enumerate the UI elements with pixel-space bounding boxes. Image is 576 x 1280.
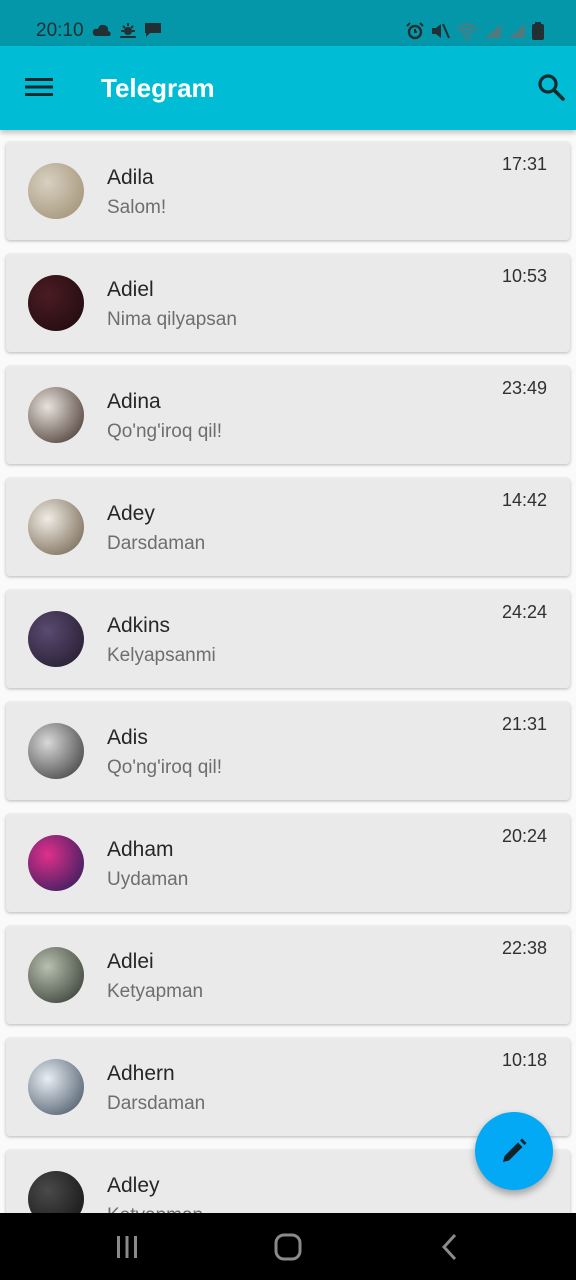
chat-time: 21:31 — [501, 714, 547, 734]
avatar — [28, 1059, 84, 1115]
chat-last-message: Darsdaman — [107, 533, 206, 554]
avatar — [28, 723, 84, 779]
menu-button[interactable] — [14, 62, 64, 112]
chat-name: Adkins — [107, 614, 171, 637]
chat-time: 10:53 — [501, 266, 547, 286]
search-button[interactable] — [526, 62, 576, 112]
back-icon — [441, 1233, 457, 1261]
chat-time: 17:31 — [501, 154, 547, 174]
mute-icon — [432, 23, 450, 39]
chat-last-message: Qo'ng'iroq qil! — [107, 421, 222, 442]
chat-name: Adhern — [107, 1062, 175, 1085]
chat-last-message: Uydaman — [107, 869, 189, 890]
avatar — [28, 947, 84, 1003]
avatar — [28, 1171, 84, 1213]
chat-name: Adina — [107, 390, 161, 413]
chat-item[interactable]: Adham Uydaman 20:24 — [6, 814, 570, 912]
recent-apps-icon — [117, 1236, 137, 1258]
chat-item[interactable]: Adlei Ketyapman 22:38 — [6, 926, 570, 1024]
chat-item[interactable]: Adey Darsdaman 14:42 — [6, 478, 570, 576]
chat-time: 24:24 — [501, 602, 547, 622]
chat-name: Adley — [107, 1174, 160, 1197]
pencil-icon — [503, 1138, 527, 1162]
chat-item[interactable]: Adina Qo'ng'iroq qil! 23:49 — [6, 366, 570, 464]
home-icon — [274, 1233, 302, 1261]
compose-fab[interactable] — [475, 1112, 553, 1190]
chat-time: 14:42 — [501, 490, 547, 510]
chat-item[interactable]: Adhern Darsdaman 10:18 — [6, 1038, 570, 1136]
status-right-icons — [406, 22, 544, 40]
alarm-icon — [406, 22, 424, 40]
avatar — [28, 275, 84, 331]
signal-icon-2 — [509, 24, 525, 38]
message-icon — [145, 23, 161, 37]
signal-icon — [485, 24, 501, 38]
cloud-icon — [92, 24, 111, 36]
status-bar: 20:10 — [0, 0, 576, 46]
chat-name: Adlei — [107, 950, 154, 973]
status-time: 20:10 — [36, 20, 84, 41]
chat-last-message: Qo'ng'iroq qil! — [107, 757, 222, 778]
weather-icon — [120, 23, 136, 38]
chat-last-message: Darsdaman — [107, 1093, 206, 1114]
chat-time: 22:38 — [501, 938, 547, 958]
chat-time: 20:24 — [501, 826, 547, 846]
status-left-icons — [92, 22, 162, 38]
chat-item[interactable]: Adis Qo'ng'iroq qil! 21:31 — [6, 702, 570, 800]
battery-icon — [532, 22, 544, 40]
chat-last-message: Kelyapsanmi — [107, 645, 216, 666]
chat-item[interactable]: Adiel Nima qilyapsan 10:53 — [6, 254, 570, 352]
chat-last-message: Ketyapman — [107, 981, 204, 1002]
home-button[interactable] — [266, 1227, 310, 1267]
wifi-icon — [456, 23, 478, 40]
chat-name: Adis — [107, 726, 148, 749]
app-title: Telegram — [101, 73, 215, 103]
chat-name: Adila — [107, 166, 154, 189]
chat-name: Adey — [107, 502, 155, 525]
avatar — [28, 387, 84, 443]
navigation-bar — [0, 1213, 576, 1280]
avatar — [28, 163, 84, 219]
chat-name: Adham — [107, 838, 174, 861]
avatar — [28, 835, 84, 891]
chat-item[interactable]: Adila Salom! 17:31 — [6, 142, 570, 240]
chat-time: 23:49 — [501, 378, 547, 398]
chat-item[interactable]: Adkins Kelyapsanmi 24:24 — [6, 590, 570, 688]
chat-name: Adiel — [107, 278, 154, 301]
avatar — [28, 611, 84, 667]
app-bar: Telegram — [0, 46, 576, 130]
chat-list[interactable]: Adila Salom! 17:31 Adiel Nima qilyapsan 10:53… — [0, 130, 576, 1213]
chat-last-message: Salom! — [107, 197, 167, 218]
recent-apps-button[interactable] — [105, 1227, 149, 1267]
menu-icon — [25, 78, 53, 96]
avatar — [28, 499, 84, 555]
back-button[interactable] — [428, 1227, 472, 1267]
search-icon — [538, 74, 565, 101]
chat-last-message: Ketyapman — [107, 1205, 203, 1213]
chat-time: 10:18 — [501, 1050, 547, 1070]
chat-last-message: Nima qilyapsan — [107, 309, 237, 330]
